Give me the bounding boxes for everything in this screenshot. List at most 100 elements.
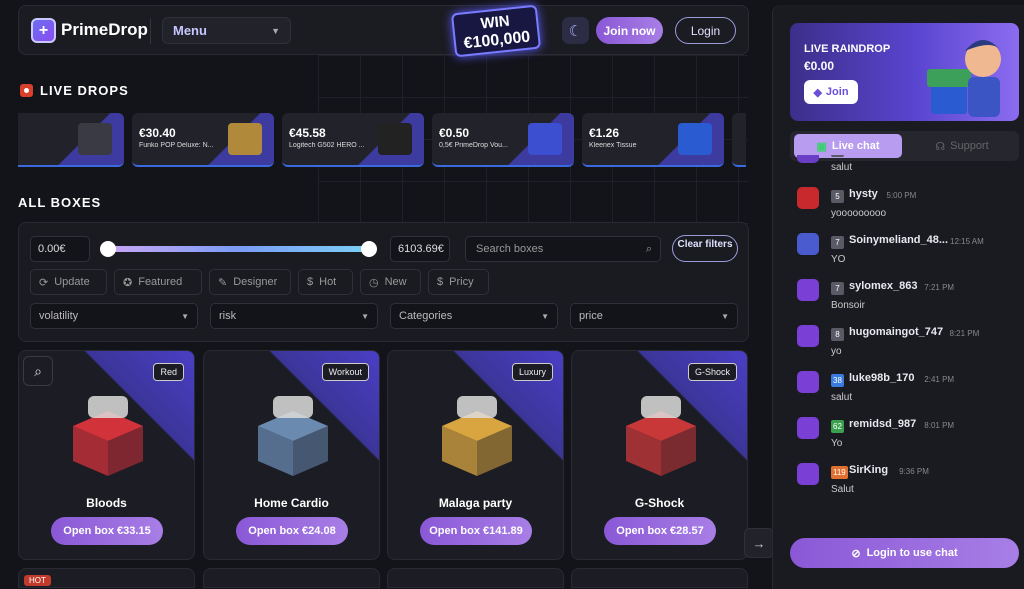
brand-name[interactable]: PrimeDrop (61, 20, 148, 40)
all-boxes-title: ALL BOXES (18, 195, 102, 210)
login-button[interactable]: Login (675, 17, 736, 44)
live-drop-card[interactable]: €0.50 0,5€ PrimeDrop Vou... (432, 113, 574, 167)
message-time: 2:41 PM (924, 375, 955, 384)
headset-icon: ☊ (935, 140, 946, 153)
chat-message: 8 hugomaingot_747 8:21 PM yo (793, 325, 1019, 365)
live-drop-card[interactable]: 38 Stove (18, 113, 124, 167)
level-badge: 7 (831, 236, 844, 249)
message-text: Salut (831, 484, 854, 495)
message-time: 7:21 PM (924, 283, 955, 292)
chip-label: Featured (138, 276, 183, 288)
min-price-input[interactable]: 0.00€ (30, 236, 90, 262)
box-card-partial[interactable] (387, 568, 564, 588)
chat-message: 7 maxwindog_888 4:33 PM salut (793, 155, 1019, 181)
select-value: Categories (399, 310, 453, 322)
max-price-input[interactable]: 6103.69€ (390, 236, 450, 262)
level-badge: 62 (831, 420, 844, 433)
box-card[interactable]: ⌕ Red Bloods Open box €33.15 (18, 350, 195, 560)
drop-item-name: Stove (18, 142, 64, 149)
live-drop-card[interactable]: €30.40 Funko POP Deluxe: N... (132, 113, 274, 167)
box-card-partial[interactable] (203, 568, 380, 588)
level-badge: 7 (831, 282, 844, 295)
username[interactable]: luke98b_170 (849, 372, 914, 384)
chevron-down-icon: ▼ (361, 311, 369, 321)
open-box-button[interactable]: Open box €33.15 (51, 517, 163, 545)
live-indicator-icon (20, 84, 33, 97)
username[interactable]: hugomaingot_747 (849, 326, 943, 338)
clear-filters-button[interactable]: Clear filters (672, 235, 738, 262)
block-icon: ⊘ (851, 547, 861, 560)
message-text: salut (831, 162, 853, 173)
raindrop-banner: LIVE RAINDROP €0.00 ◆ Join (790, 23, 1019, 121)
login-to-chat-button[interactable]: ⊘ Login to use chat (790, 538, 1019, 568)
chat-message: 62 remidsd_987 8:01 PM Yo (793, 417, 1019, 457)
drop-item-image (78, 123, 112, 155)
filter-chip-hot[interactable]: $ Hot (298, 269, 353, 295)
filter-chip-featured[interactable]: ✪ Featured (114, 269, 202, 295)
select-categories[interactable]: Categories ▼ (390, 303, 558, 329)
search-boxes-input[interactable]: Search boxes ⌕ (465, 236, 661, 262)
slider-max-handle[interactable] (361, 241, 377, 257)
open-box-button[interactable]: Open box €24.08 (236, 517, 348, 545)
chat-icon: ▣ (816, 140, 827, 153)
chat-messages[interactable]: 7 maxwindog_888 4:33 PM salut 5 hysty 5:… (793, 155, 1019, 523)
live-drop-card[interactable]: €1.26 Kleenex Tissue (582, 113, 724, 167)
open-box-button[interactable]: Open box €28.57 (604, 517, 716, 545)
price-range-slider[interactable] (100, 241, 377, 257)
message-time: 9:36 PM (899, 467, 929, 476)
message-text: yooooooooo (831, 208, 887, 219)
avatar[interactable] (797, 187, 819, 209)
username[interactable]: SirKing (849, 464, 888, 476)
drop-item-name: Funko POP Deluxe: N... (139, 142, 214, 149)
logo-icon[interactable]: + (31, 18, 56, 43)
box-card[interactable]: Luxury Malaga party Open box €141.89 (387, 350, 564, 560)
menu-dropdown[interactable]: Menu ▼ (162, 17, 291, 44)
search-icon: ⌕ (645, 242, 652, 255)
message-time: 12:15 AM (950, 237, 984, 246)
select-volatility[interactable]: volatility ▼ (30, 303, 198, 329)
box-card-partial[interactable]: HOT (18, 568, 195, 588)
drop-price: €0.50 (439, 126, 470, 140)
chip-label: Hot (319, 276, 337, 288)
live-drop-card[interactable]: €45.58 Logitech G502 HERO ... (282, 113, 424, 167)
open-box-button[interactable]: Open box €141.89 (420, 517, 532, 545)
username[interactable]: hysty (849, 188, 878, 200)
avatar[interactable] (797, 279, 819, 301)
slider-min-handle[interactable] (100, 241, 116, 257)
filter-chip-update[interactable]: ⟳ Update (30, 269, 107, 295)
drop-price: €1.26 (589, 126, 620, 140)
level-badge: 7 (831, 155, 844, 157)
box-illustration (258, 396, 328, 476)
promo-banner[interactable]: WIN €100,000 (450, 4, 542, 58)
filter-chip-new[interactable]: ◷ New (360, 269, 421, 295)
avatar[interactable] (797, 463, 819, 485)
username[interactable]: remidsd_987 (849, 418, 916, 430)
live-drop-card[interactable] (732, 113, 746, 167)
box-card[interactable]: G-Shock G-Shock Open box €28.57 (571, 350, 748, 560)
select-risk[interactable]: risk ▼ (210, 303, 378, 329)
box-card-partial[interactable] (571, 568, 748, 588)
filter-chip-designer[interactable]: ✎ Designer (209, 269, 291, 295)
avatar[interactable] (797, 233, 819, 255)
avatar[interactable] (797, 417, 819, 439)
message-text: YO (831, 254, 846, 265)
arrow-right-icon[interactable]: → (744, 528, 774, 558)
box-card[interactable]: Workout Home Cardio Open box €24.08 (203, 350, 380, 560)
avatar[interactable] (797, 155, 819, 163)
username[interactable]: sylomex_863 (849, 280, 918, 292)
moon-icon[interactable]: ☾ (562, 17, 589, 44)
filter-chip-pricy[interactable]: $ Pricy (428, 269, 489, 295)
level-badge: 38 (831, 374, 844, 387)
search-placeholder: Search boxes (476, 243, 544, 255)
live-drops-title: LIVE DROPS (40, 83, 129, 98)
select-price[interactable]: price ▼ (570, 303, 738, 329)
search-icon[interactable]: ⌕ (23, 356, 53, 386)
drop-item-image (528, 123, 562, 155)
raindrop-join-button[interactable]: ◆ Join (804, 80, 858, 104)
username[interactable]: Soinymeliand_48... (849, 234, 948, 246)
chat-message: 5 hysty 5:00 PM yooooooooo (793, 187, 1019, 227)
join-now-button[interactable]: Join now (596, 17, 663, 44)
chat-message: 7 Soinymeliand_48... 12:15 AM YO (793, 233, 1019, 273)
avatar[interactable] (797, 371, 819, 393)
avatar[interactable] (797, 325, 819, 347)
